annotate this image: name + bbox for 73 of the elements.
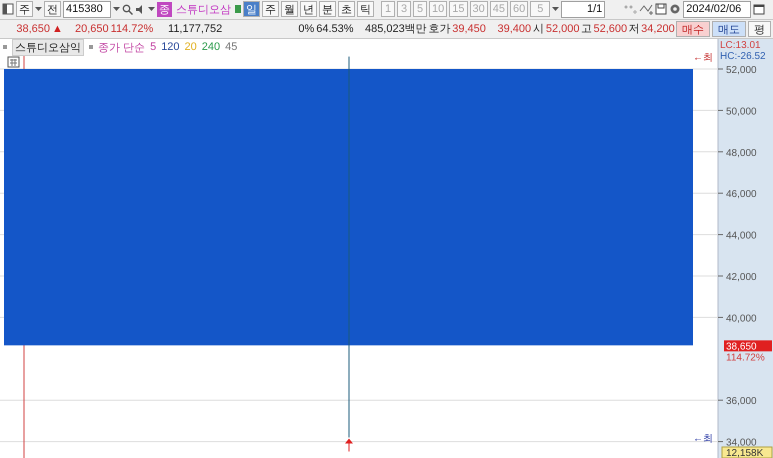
axis-label: 48,000 — [726, 148, 757, 159]
change-text: 20,650 — [74, 22, 109, 35]
axis-label: 34,000 — [726, 438, 757, 449]
volume-text: 11,177,752 — [167, 22, 222, 35]
low-text: 34,200 — [641, 22, 674, 35]
sell-button[interactable]: 매도 — [712, 20, 746, 37]
volume-tag: 12,158K — [722, 446, 772, 458]
low-label: 저 — [628, 22, 640, 36]
stock-name: 스튜디오삼 — [175, 2, 232, 17]
up-arrow-icon — [345, 438, 353, 452]
save-icon[interactable] — [655, 3, 668, 16]
ratio-text: 0% — [297, 22, 314, 35]
ask-text: 39,450 — [452, 22, 486, 35]
axis-label: 36,000 — [726, 396, 757, 408]
page-field[interactable]: 1/1 — [561, 0, 606, 18]
ask-label: 호가 — [428, 22, 450, 36]
period-tab[interactable]: 분 — [319, 1, 336, 18]
square-icon — [3, 45, 7, 49]
high-text: 52,600 — [594, 22, 626, 35]
bid-text: 39,400 — [496, 22, 532, 35]
axis-label: 50,000 — [726, 106, 757, 118]
axis-label: 52,000 — [726, 65, 757, 76]
lc-text: LC:13.01 — [720, 40, 761, 51]
caret-icon — [148, 7, 155, 12]
up-arrow-icon: ▲ — [52, 22, 63, 35]
hc-text: HC:-26.52 — [720, 51, 766, 62]
axis-label: 46,000 — [726, 189, 757, 200]
high-marker: ←최 — [693, 52, 713, 64]
amount-text: 485,023백만 — [364, 22, 427, 36]
price-tag: 38,650 — [724, 340, 772, 352]
period-tab[interactable]: 년 — [300, 1, 317, 18]
change-rate-text: 114.72% — [110, 22, 152, 35]
market-button[interactable]: 주 — [16, 1, 33, 18]
period-tab[interactable]: 월 — [281, 1, 298, 18]
scope-button[interactable]: 전 — [44, 1, 61, 18]
dots-icon[interactable] — [623, 3, 638, 16]
code-field[interactable]: 415380 — [63, 0, 111, 18]
period-tab[interactable]: 일 — [243, 1, 260, 18]
period-tab[interactable]: 틱 — [357, 1, 374, 18]
rate-text: 114.72% — [726, 352, 765, 364]
buy-button[interactable]: 매수 — [676, 20, 710, 37]
ratio-text: 64.53% — [316, 22, 353, 35]
average-button[interactable]: 평 — [748, 20, 772, 37]
axis-label: 44,000 — [726, 230, 757, 242]
calendar-icon[interactable] — [753, 3, 766, 16]
caret-icon — [552, 7, 560, 12]
axis-label: 40,000 — [726, 313, 757, 324]
square-icon — [235, 5, 241, 14]
caret-icon — [113, 7, 120, 12]
date-field[interactable]: 2024/02/06 — [683, 0, 752, 18]
open-text: 52,000 — [546, 22, 579, 35]
legend-period: 120 — [161, 41, 180, 53]
legend-period: 45 — [225, 41, 238, 53]
period-tab[interactable]: 주 — [262, 1, 279, 18]
panel-icon[interactable] — [2, 3, 14, 16]
trend-line-icon[interactable] — [639, 3, 654, 16]
legend-label: 종가 단순 — [98, 40, 146, 54]
settings-icon[interactable] — [669, 3, 682, 16]
grid-icon[interactable] — [8, 56, 20, 68]
price-text: 38,650 — [15, 22, 50, 35]
square-icon — [89, 45, 93, 49]
legend-period: 240 — [202, 41, 220, 53]
axis-label: 42,000 — [726, 272, 757, 283]
low-marker: ←최 — [693, 433, 713, 444]
legend-period: 5 — [150, 41, 156, 53]
legend-title: 스튜디오삼익 — [12, 38, 84, 56]
open-label: 시 — [533, 22, 544, 36]
caret-icon — [35, 7, 42, 12]
type-badge: 종 — [157, 2, 172, 17]
period-tab[interactable]: 초 — [338, 1, 355, 18]
high-label: 고 — [580, 22, 592, 36]
search-icon[interactable] — [122, 4, 133, 15]
legend-period: 20 — [184, 41, 197, 53]
